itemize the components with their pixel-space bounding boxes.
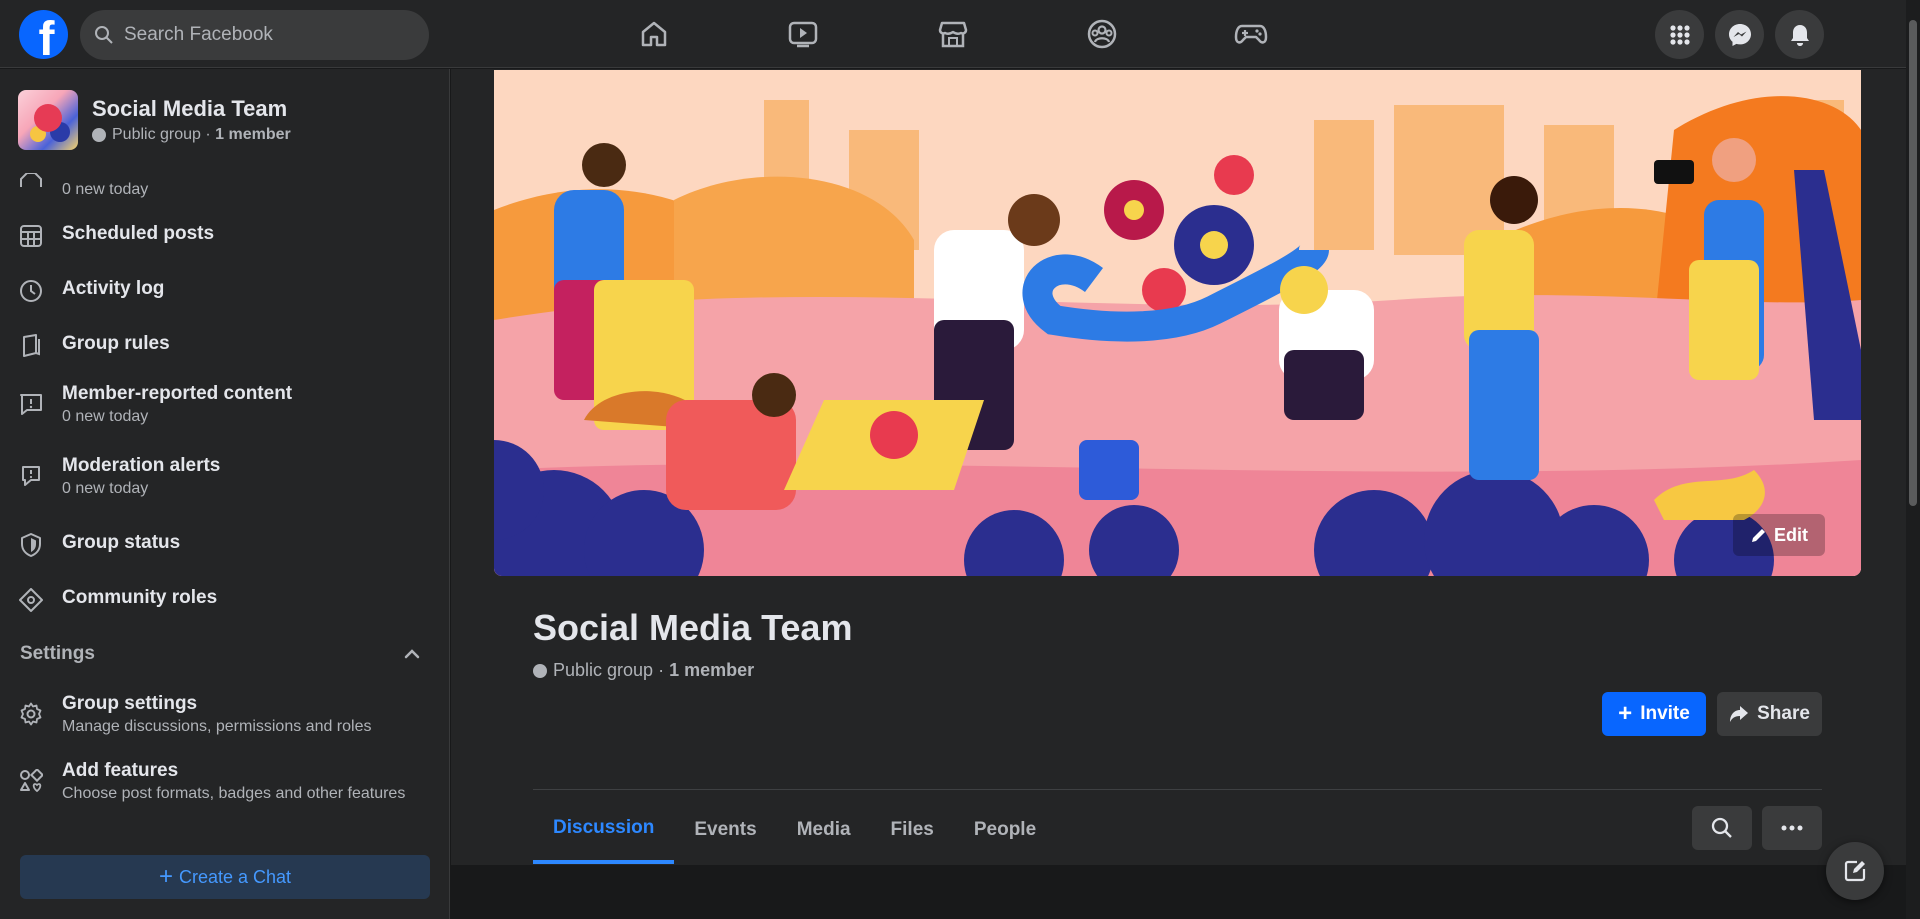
alert-speech-icon [18, 463, 44, 489]
group-privacy: Public group · [553, 660, 665, 680]
create-chat-button[interactable]: + Create a Chat [20, 855, 430, 899]
plus-icon: + [158, 863, 173, 890]
sidebar-item-label: Group settings [62, 693, 198, 714]
home-icon[interactable] [634, 14, 674, 54]
search-icon [1711, 817, 1732, 838]
shapes-icon [18, 768, 44, 794]
group-meta[interactable]: Public group · 1 member [533, 660, 754, 681]
invite-button[interactable]: + Invite [1602, 692, 1706, 736]
more-icon [1781, 825, 1803, 831]
sidebar-item-sub: 0 new today [62, 480, 149, 497]
group-header[interactable]: Social Media Team Public group · 1 membe… [18, 90, 291, 150]
book-icon [18, 333, 44, 359]
tab-files[interactable]: Files [871, 796, 954, 864]
sidebar-item-add-features[interactable]: Add features Choose post formats, badges… [18, 760, 405, 803]
sidebar-item-label: Scheduled posts [62, 223, 215, 244]
more-options-button[interactable] [1762, 806, 1822, 850]
calendar-grid-icon [18, 223, 44, 249]
sidebar-item-sub: Choose post formats, badges and other fe… [62, 785, 406, 802]
sidebar-item-member-reported-content[interactable]: Member-reported content 0 new today [18, 383, 292, 426]
sidebar-item-label: Group status [62, 532, 181, 553]
clock-icon [18, 278, 44, 304]
compose-icon [1844, 860, 1866, 882]
new-message-button[interactable] [1826, 842, 1884, 900]
settings-section-header[interactable]: Settings [20, 643, 420, 665]
gaming-icon[interactable] [1231, 14, 1271, 54]
create-chat-label: Create a Chat [178, 866, 292, 887]
pending-icon [18, 167, 44, 193]
feed-area [451, 865, 1906, 919]
pencil-icon [1752, 529, 1765, 542]
share-arrow-icon [1730, 706, 1749, 722]
sidebar-item-community-roles[interactable]: Community roles [18, 587, 217, 613]
tab-people[interactable]: People [954, 796, 1056, 864]
settings-heading: Settings [20, 643, 95, 664]
cover-illustration [494, 70, 1861, 576]
share-label: Share [1757, 703, 1810, 724]
marketplace-icon[interactable] [933, 14, 973, 54]
watch-icon[interactable] [783, 14, 823, 54]
scrollbar-thumb[interactable] [1909, 20, 1917, 506]
gear-icon [18, 701, 44, 727]
chevron-up-icon[interactable] [404, 649, 420, 659]
top-navigation-bar: f [0, 0, 1906, 68]
sidebar-item-group-rules[interactable]: Group rules [18, 333, 170, 359]
notifications-icon[interactable] [1775, 10, 1824, 59]
sidebar-item-scheduled-posts[interactable]: Scheduled posts [18, 223, 214, 249]
search-icon [95, 26, 113, 44]
divider [533, 789, 1822, 790]
search-bar[interactable] [80, 10, 429, 60]
tab-discussion[interactable]: Discussion [533, 796, 675, 864]
group-admin-sidebar: Social Media Team Public group · 1 membe… [0, 69, 450, 919]
groups-icon[interactable] [1082, 14, 1122, 54]
globe-icon [533, 663, 547, 678]
sidebar-item-label: Member-reported content [62, 383, 293, 404]
sidebar-item-label: Activity log [62, 278, 165, 299]
report-icon [18, 391, 44, 417]
sidebar-item-pending[interactable]: 0 new today [18, 167, 148, 199]
sidebar-item-activity-log[interactable]: Activity log [18, 278, 164, 304]
group-search-button[interactable] [1692, 806, 1752, 850]
group-thumbnail[interactable] [18, 90, 78, 150]
sidebar-item-label: Group rules [62, 333, 170, 354]
group-name[interactable]: Social Media Team [92, 96, 291, 122]
group-privacy: Public group · [112, 126, 211, 143]
shield-icon [18, 532, 44, 558]
facebook-logo[interactable]: f [19, 10, 68, 59]
group-member-count: 1 member [215, 126, 291, 143]
group-member-count[interactable]: 1 member [669, 660, 754, 681]
sidebar-item-label: Moderation alerts [62, 455, 221, 476]
share-button[interactable]: Share [1717, 692, 1822, 736]
menu-grid-icon[interactable] [1655, 10, 1704, 59]
group-meta: Public group · 1 member [92, 126, 291, 144]
group-tabs: Discussion Events Media Files People [533, 796, 1056, 864]
sidebar-item-sub: Manage discussions, permissions and role… [62, 718, 372, 735]
sidebar-item-sub: 0 new today [62, 408, 149, 425]
sidebar-item-moderation-alerts[interactable]: Moderation alerts 0 new today [18, 455, 220, 498]
sidebar-item-group-status[interactable]: Group status [18, 532, 180, 558]
sidebar-item-sub: 0 new today [62, 181, 149, 198]
invite-label: Invite [1640, 703, 1690, 724]
page-title: Social Media Team [533, 607, 853, 648]
group-cover-photo[interactable] [494, 70, 1861, 576]
globe-icon [92, 128, 106, 142]
messenger-icon[interactable] [1715, 10, 1764, 59]
sidebar-item-label: Community roles [62, 587, 218, 608]
tab-events[interactable]: Events [674, 796, 776, 864]
edit-cover-button[interactable]: Edit [1733, 514, 1825, 556]
diamond-icon [18, 587, 44, 613]
tab-media[interactable]: Media [777, 796, 871, 864]
page-scrollbar[interactable] [1906, 0, 1920, 919]
search-input[interactable] [124, 24, 404, 46]
plus-icon: + [1618, 700, 1633, 727]
edit-label: Edit [1774, 524, 1808, 545]
sidebar-item-label: Add features [62, 760, 179, 781]
sidebar-item-group-settings[interactable]: Group settings Manage discussions, permi… [18, 693, 371, 736]
